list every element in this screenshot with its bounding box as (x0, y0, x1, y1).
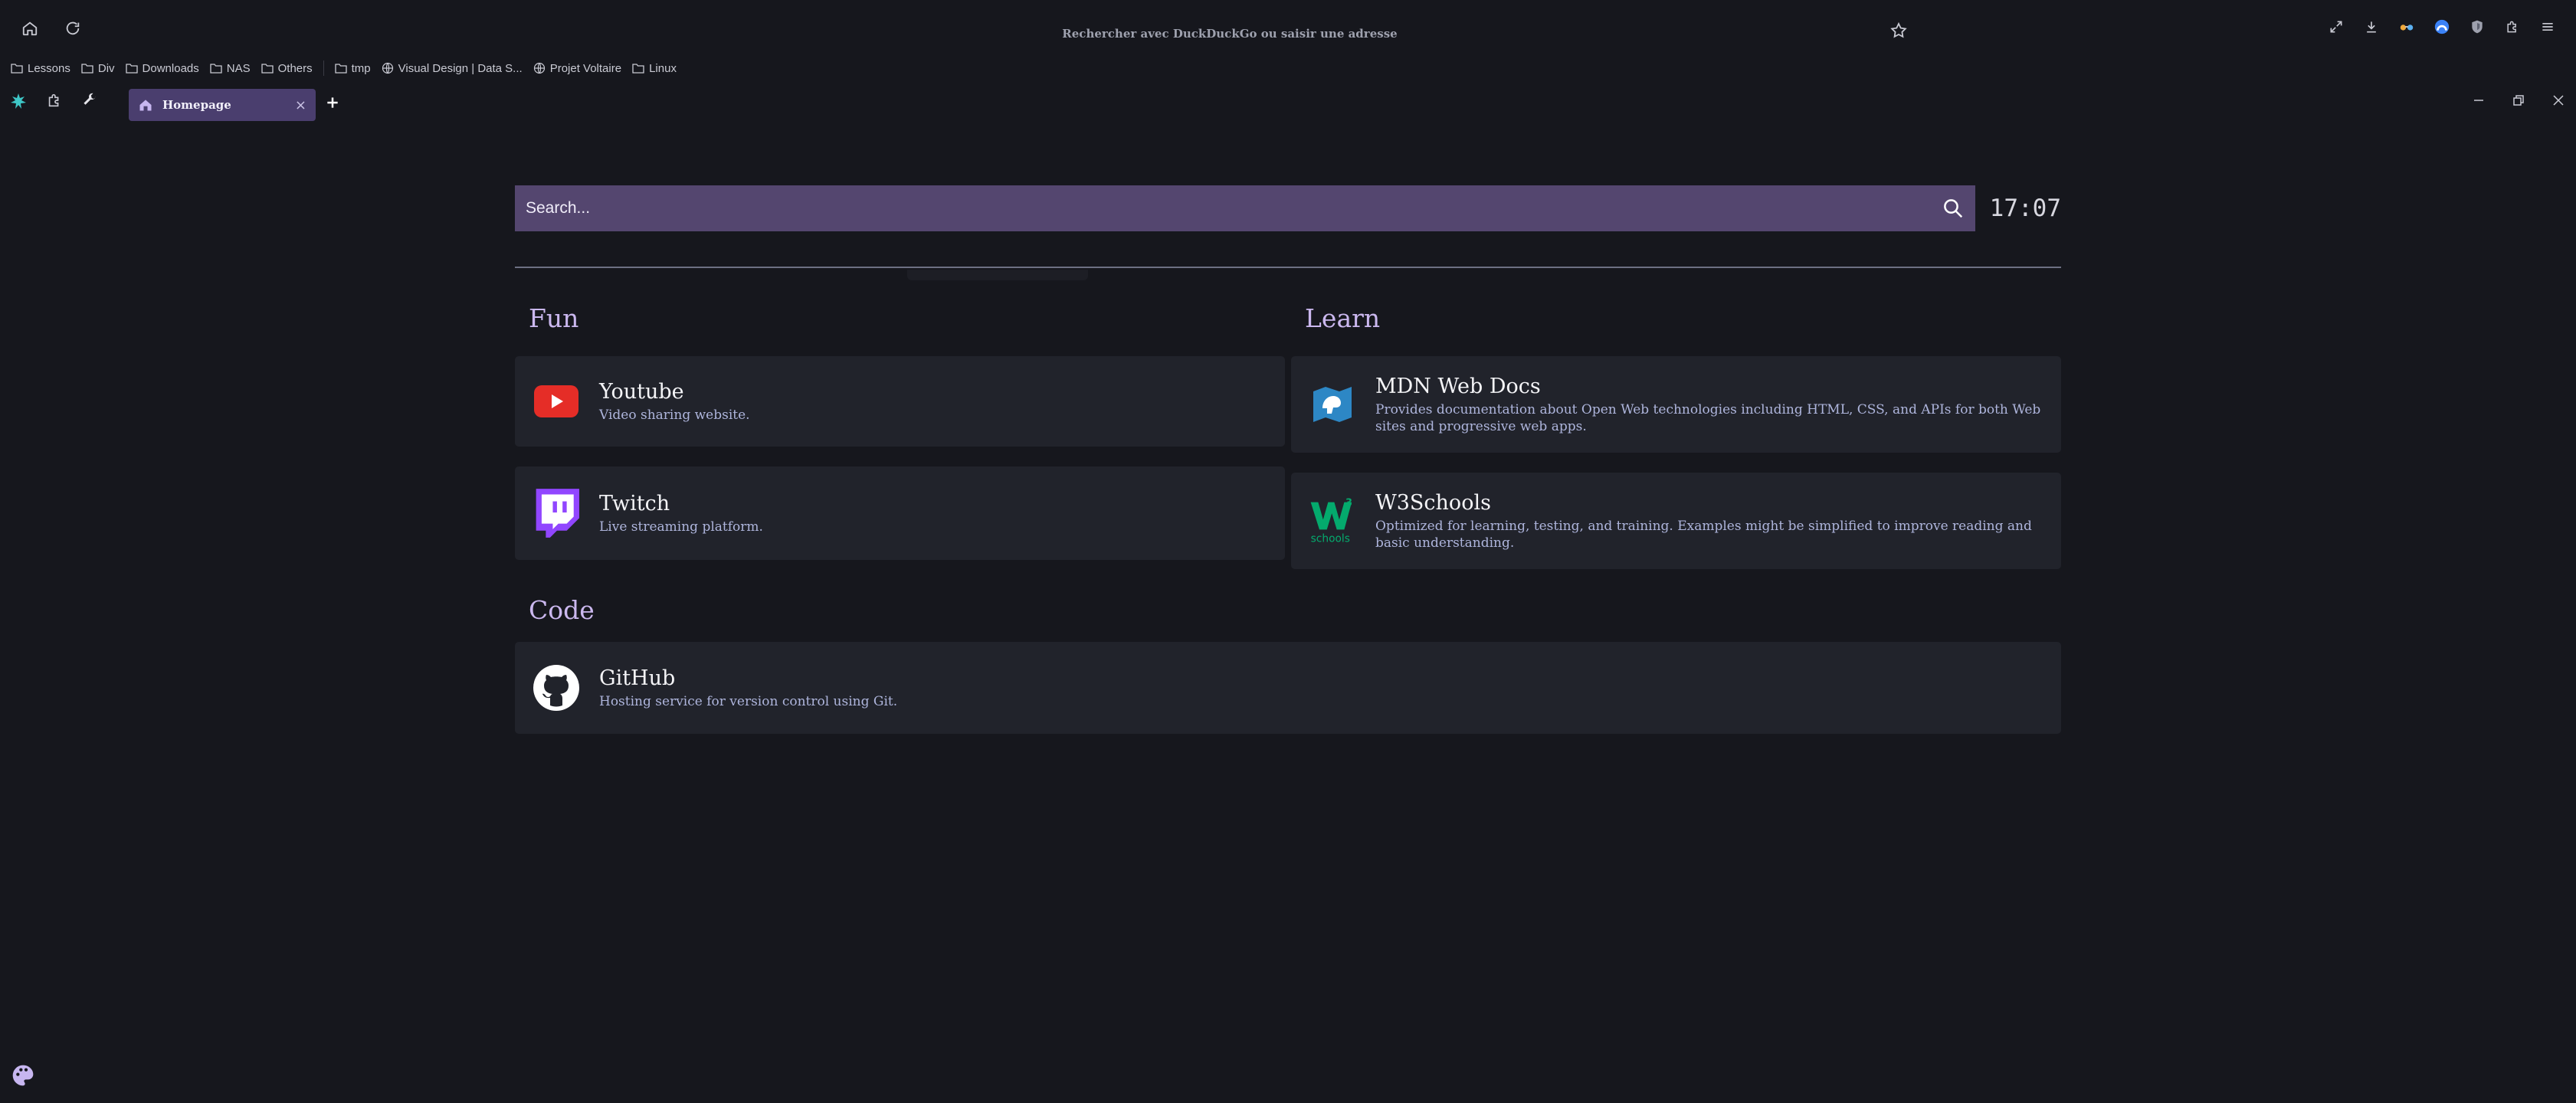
link-desc: Live streaming platform. (599, 519, 763, 535)
search-placeholder: Search... (526, 199, 591, 217)
mdn-icon (1309, 381, 1355, 427)
tab-title: Homepage (162, 98, 231, 112)
bookmark-label: Others (277, 61, 313, 75)
bookmark-folder-downloads[interactable]: Downloads (125, 61, 199, 75)
plus-icon (327, 97, 338, 108)
link-desc: Hosting service for version control usin… (599, 693, 898, 709)
new-tab-button[interactable] (325, 95, 340, 110)
link-name: W3Schools (1375, 490, 1491, 515)
extension-shield-icon[interactable] (2464, 14, 2490, 40)
link-desc: Video sharing website. (599, 407, 750, 423)
homepage-content: Search... 17:07 Fun Youtube Video sharin… (515, 185, 2061, 734)
homepage-favicon-icon (139, 100, 152, 111)
folder-icon (11, 64, 23, 74)
globe-icon (382, 62, 393, 74)
github-icon (533, 665, 579, 711)
link-card-twitch[interactable]: Twitch Live streaming platform. (515, 466, 1285, 560)
bookmark-folder-div[interactable]: Div (81, 62, 115, 75)
link-name: Twitch (599, 491, 670, 515)
link-name: MDN Web Docs (1375, 374, 1541, 398)
extension-glasses-icon[interactable] (2394, 14, 2420, 40)
url-bar-placeholder: Rechercher avec DuckDuckGo ou saisir une… (1062, 27, 1398, 41)
folder-icon (334, 64, 347, 74)
bookmark-star-icon[interactable] (1889, 21, 1908, 40)
link-card-w3schools[interactable]: 3 schools W3Schools Optimized for learnin… (1291, 473, 2061, 569)
clock: 17:07 (1989, 195, 2061, 222)
search-icon[interactable] (1942, 197, 1965, 220)
bookmark-label: Visual Design | Data S... (398, 61, 523, 75)
bookmark-label: NAS (226, 61, 251, 75)
home-icon[interactable] (17, 15, 43, 41)
close-window-icon[interactable] (2551, 93, 2565, 107)
tab-homepage[interactable]: Homepage × (129, 89, 316, 121)
folder-icon (210, 64, 222, 74)
folder-icon (261, 64, 274, 74)
bookmark-folder-nas[interactable]: NAS (210, 62, 251, 75)
svg-text:schools: schools (1311, 533, 1350, 545)
tab-strip: Homepage × (0, 86, 2576, 124)
wrench-icon[interactable] (81, 92, 98, 110)
extensions-puzzle-icon[interactable] (46, 92, 63, 110)
youtube-icon (533, 378, 579, 424)
theme-palette-icon[interactable] (11, 1063, 35, 1088)
link-card-github[interactable]: GitHub Hosting service for version contr… (515, 642, 2061, 734)
link-desc: Provides documentation about Open Web te… (1375, 401, 2041, 434)
section-title: Learn (1305, 303, 1381, 333)
section-learn: Learn MDN Web Docs Provides documentatio… (1291, 303, 2061, 569)
section-code: Code GitHub Hosting service for version … (515, 595, 2061, 734)
bookmark-visual-design[interactable]: Visual Design | Data S... (382, 62, 523, 75)
search-input[interactable]: Search... (515, 185, 1975, 231)
divider-tab (907, 270, 1088, 280)
twitch-icon (533, 489, 579, 538)
globe-icon (533, 62, 545, 74)
w3schools-icon: 3 schools (1309, 498, 1355, 545)
bookmark-projet-voltaire[interactable]: Projet Voltaire (533, 62, 621, 75)
bookmark-folder-linux[interactable]: Linux (632, 62, 677, 75)
bookmark-label: Div (97, 61, 115, 75)
link-name: GitHub (599, 666, 676, 690)
minimize-icon[interactable] (2472, 93, 2486, 107)
url-bar[interactable]: Rechercher avec DuckDuckGo ou saisir une… (843, 20, 1617, 47)
extensions-puzzle-icon[interactable] (2499, 14, 2525, 40)
bookmark-folder-tmp[interactable]: tmp (334, 61, 371, 75)
bookmark-folder-others[interactable]: Others (261, 62, 313, 75)
link-card-mdn[interactable]: MDN Web Docs Provides documentation abou… (1291, 356, 2061, 453)
extension-arc-icon[interactable] (2429, 14, 2455, 40)
fullscreen-icon[interactable] (2323, 14, 2349, 40)
folder-icon (125, 64, 138, 74)
bookmarks-separator (323, 61, 324, 76)
bookmark-label: Lessons (28, 61, 70, 75)
folder-icon (632, 64, 644, 74)
bookmark-folder-lessons[interactable]: Lessons (11, 62, 70, 75)
link-desc: Optimized for learning, testing, and tra… (1375, 518, 2032, 551)
bookmark-label: Projet Voltaire (549, 61, 622, 75)
bookmarks-bar: Lessons Div Downloads NAS Others tmp Vis… (11, 57, 677, 80)
divider (515, 267, 2061, 280)
restore-icon[interactable] (2512, 93, 2525, 107)
sidebery-icon[interactable] (9, 92, 28, 110)
tab-close-icon[interactable]: × (295, 97, 306, 113)
reload-icon[interactable] (60, 15, 86, 41)
bookmark-label: Linux (649, 61, 677, 75)
svg-text:3: 3 (1345, 498, 1352, 509)
folder-icon (81, 64, 93, 74)
bookmark-label: tmp (351, 61, 371, 75)
bookmark-label: Downloads (142, 61, 199, 75)
download-icon[interactable] (2358, 14, 2384, 40)
section-title: Fun (529, 303, 579, 333)
section-title: Code (529, 595, 595, 625)
browser-toolbar: Rechercher avec DuckDuckGo ou saisir une… (0, 0, 2576, 58)
link-card-youtube[interactable]: Youtube Video sharing website. (515, 356, 1285, 447)
link-name: Youtube (599, 379, 684, 404)
menu-hamburger-icon[interactable] (2535, 14, 2561, 40)
section-fun: Fun Youtube Video sharing website. Twitc… (515, 303, 1285, 569)
